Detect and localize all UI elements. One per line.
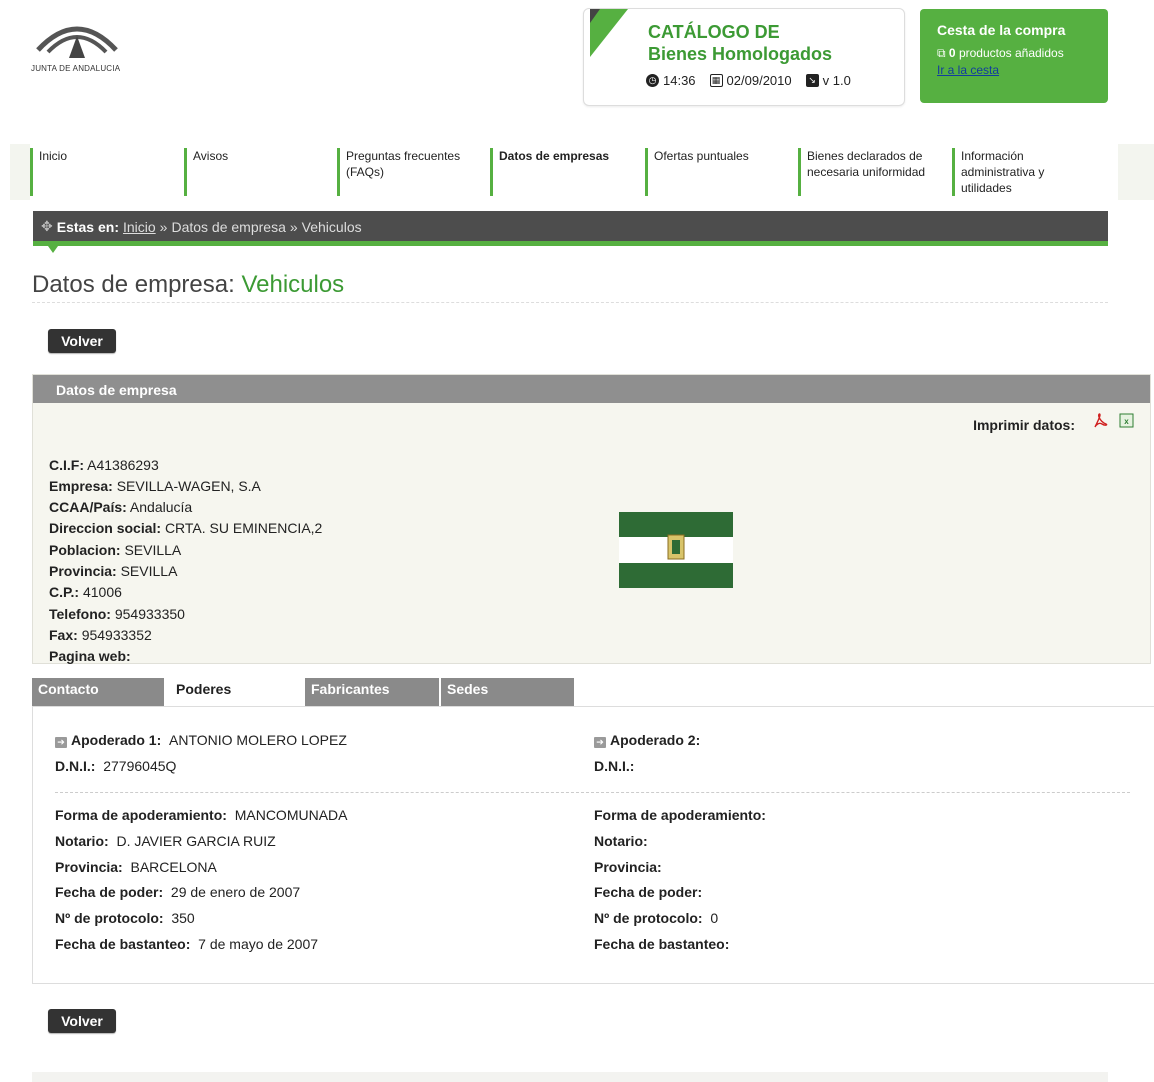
protocolo-2: Nº de protocolo: 0 bbox=[594, 910, 719, 926]
breadcrumb-item: Datos de empresa bbox=[171, 218, 286, 235]
tab-poderes[interactable]: Poderes bbox=[166, 678, 304, 706]
cart-icon: ⧉ bbox=[937, 46, 946, 60]
apoderado-1: ➔ Apoderado 1: ANTONIO MOLERO LOPEZ bbox=[55, 732, 347, 748]
page-title-accent: Vehiculos bbox=[241, 271, 345, 298]
version-icon: ↘ bbox=[805, 74, 819, 87]
nav-bar: Inicio Avisos Preguntas frecuentes (FAQs… bbox=[30, 144, 1118, 200]
breadcrumb-pointer bbox=[48, 246, 58, 253]
shopping-cart-box: Cesta de la compra ⧉ 0 productos añadido… bbox=[920, 9, 1108, 103]
powers-divider bbox=[55, 792, 1130, 793]
nav-item-avisos[interactable]: Avisos bbox=[184, 148, 334, 196]
nav-item-faqs[interactable]: Preguntas frecuentes (FAQs) bbox=[337, 148, 487, 196]
main-nav: Inicio Avisos Preguntas frecuentes (FAQs… bbox=[10, 144, 1154, 200]
field-fax: Fax: 954933352 bbox=[49, 627, 152, 643]
field-poblacion: Poblacion: SEVILLA bbox=[49, 542, 182, 558]
nav-item-inicio[interactable]: Inicio bbox=[30, 148, 180, 196]
page-title: Datos de empresa: Vehiculos bbox=[32, 271, 344, 299]
company-panel-header: Datos de empresa bbox=[33, 375, 1150, 403]
arrow-right-icon: ➔ bbox=[55, 737, 67, 748]
breadcrumb-row: ✥ Estas en: Inicio » Datos de empresa » … bbox=[41, 218, 362, 235]
nav-label: Avisos bbox=[193, 149, 229, 163]
nav-label: (FAQs) bbox=[346, 165, 384, 179]
fecha-poder-1: Fecha de poder: 29 de enero de 2007 bbox=[55, 884, 301, 900]
field-empresa: Empresa: SEVILLA-WAGEN, S.A bbox=[49, 478, 261, 494]
footer-bar bbox=[32, 1072, 1108, 1082]
nav-label: Inicio bbox=[39, 149, 68, 163]
arrow-right-icon: ➔ bbox=[594, 737, 606, 748]
notario-1: Notario: D. JAVIER GARCIA RUIZ bbox=[55, 833, 276, 849]
pdf-icon[interactable] bbox=[1092, 413, 1108, 429]
svg-text:x: x bbox=[1124, 417, 1129, 426]
cart-count-text: productos añadidos bbox=[958, 46, 1064, 60]
fecha-poder-2: Fecha de poder: bbox=[594, 884, 703, 900]
page-title-prefix: Datos de empresa: bbox=[32, 271, 242, 298]
breadcrumb-separator: » bbox=[289, 218, 298, 235]
forma-1: Forma de apoderamiento: MANCOMUNADA bbox=[55, 807, 348, 823]
cart-count-row: ⧉ 0 productos añadidos bbox=[937, 46, 1064, 61]
cart-title: Cesta de la compra bbox=[937, 22, 1066, 38]
nav-item-ofertas[interactable]: Ofertas puntuales bbox=[645, 148, 795, 196]
corner-decoration bbox=[590, 9, 628, 57]
company-panel: Datos de empresa Imprimir datos: x C.I.F… bbox=[32, 374, 1151, 664]
tab-fabricantes[interactable]: Fabricantes bbox=[305, 678, 439, 706]
dni-2: D.N.I.: bbox=[594, 758, 635, 774]
nav-label: Datos de empresas bbox=[499, 149, 610, 163]
catalog-title-line1: CATÁLOGO DE bbox=[648, 22, 780, 42]
breadcrumb-separator: » bbox=[159, 218, 168, 235]
breadcrumb-home-link[interactable]: Inicio bbox=[123, 219, 156, 235]
field-cp: C.P.: 41006 bbox=[49, 584, 122, 600]
nav-label: Información bbox=[961, 149, 1024, 163]
nav-label: utilidades bbox=[961, 181, 1012, 195]
logo-text: JUNTA DE ANDALUCIA bbox=[31, 64, 121, 73]
nav-label: necesaria uniformidad bbox=[807, 165, 926, 179]
breadcrumb-current: Vehiculos bbox=[301, 218, 362, 235]
back-button-top[interactable]: Volver bbox=[48, 329, 116, 353]
dni-1: D.N.I.: 27796045Q bbox=[55, 758, 177, 774]
tab-contacto[interactable]: Contacto bbox=[32, 678, 164, 706]
breadcrumb: ✥ Estas en: Inicio » Datos de empresa » … bbox=[33, 211, 1108, 241]
date-value: 02/09/2010 bbox=[726, 73, 792, 88]
company-panel-title: Datos de empresa bbox=[56, 382, 177, 398]
field-pagina-web: Pagina web: bbox=[49, 648, 131, 664]
field-ccaa: CCAA/País: Andalucía bbox=[49, 499, 193, 515]
breadcrumb-label: Estas en: bbox=[56, 218, 119, 235]
catalog-meta: ◷ 14:36 ▦ 02/09/2010 ↘ v 1.0 bbox=[646, 73, 851, 88]
nav-label: Preguntas frecuentes bbox=[346, 149, 461, 163]
field-telefono: Telefono: 954933350 bbox=[49, 606, 185, 622]
nav-label: Ofertas puntuales bbox=[654, 149, 749, 163]
protocolo-1: Nº de protocolo: 350 bbox=[55, 910, 195, 926]
time-value: 14:36 bbox=[663, 73, 696, 88]
bastanteo-1: Fecha de bastanteo: 7 de mayo de 2007 bbox=[55, 936, 319, 952]
bastanteo-2: Fecha de bastanteo: bbox=[594, 936, 730, 952]
powers-panel: ➔ Apoderado 1: ANTONIO MOLERO LOPEZ D.N.I… bbox=[32, 706, 1154, 984]
forma-2: Forma de apoderamiento: bbox=[594, 807, 766, 823]
provincia-2: Provincia: bbox=[594, 859, 662, 875]
title-divider bbox=[32, 302, 1108, 303]
excel-icon[interactable]: x bbox=[1119, 413, 1134, 428]
nav-item-informacion[interactable]: Información administrativa y utilidades bbox=[952, 148, 1102, 196]
nav-label: Bienes declarados de bbox=[807, 149, 923, 163]
breadcrumb-underline bbox=[33, 241, 1108, 246]
notario-2: Notario: bbox=[594, 833, 648, 849]
apoderado-2: ➔ Apoderado 2: bbox=[594, 732, 708, 748]
clock-icon: ◷ bbox=[646, 74, 659, 87]
nav-item-bienes-uniformidad[interactable]: Bienes declarados de necesaria uniformid… bbox=[798, 148, 950, 196]
field-cif: C.I.F: A41386293 bbox=[49, 457, 159, 473]
provincia-1: Provincia: BARCELONA bbox=[55, 859, 217, 875]
cart-count: 0 bbox=[948, 46, 956, 60]
print-label: Imprimir datos: bbox=[973, 417, 1075, 433]
go-to-cart-link[interactable]: Ir a la cesta bbox=[937, 63, 999, 77]
catalog-title-line2: Bienes Homologados bbox=[648, 44, 833, 64]
calendar-icon: ▦ bbox=[709, 74, 723, 87]
nav-item-datos-empresas[interactable]: Datos de empresas bbox=[490, 148, 642, 196]
nav-label: administrativa y bbox=[961, 165, 1045, 179]
tab-sedes[interactable]: Sedes bbox=[441, 678, 574, 706]
version-value: v 1.0 bbox=[822, 73, 851, 88]
field-direccion: Direccion social: CRTA. SU EMINENCIA,2 bbox=[49, 520, 323, 536]
field-provincia: Provincia: SEVILLA bbox=[49, 563, 178, 579]
catalog-header: CATÁLOGO DE Bienes Homologados ◷ 14:36 ▦… bbox=[583, 8, 905, 106]
back-button-bottom[interactable]: Volver bbox=[48, 1009, 116, 1033]
move-icon: ✥ bbox=[41, 218, 53, 234]
andalucia-flag bbox=[619, 512, 733, 588]
